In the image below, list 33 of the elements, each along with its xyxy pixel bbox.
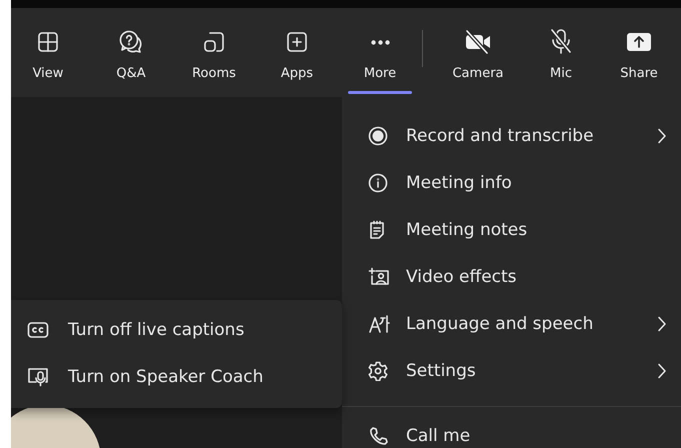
toolbar-button[interactable]: Q&A bbox=[94, 8, 168, 97]
rooms-icon bbox=[203, 31, 225, 53]
menu-item[interactable]: Turn off live captions bbox=[11, 306, 342, 353]
question-bubble-icon bbox=[118, 29, 144, 55]
grid-icon bbox=[37, 31, 59, 53]
menu-item[interactable]: Video effects bbox=[342, 253, 681, 300]
menu-item[interactable]: Settings bbox=[342, 347, 681, 394]
share-screen-icon bbox=[626, 31, 652, 53]
toolbar-button[interactable]: Apps bbox=[260, 8, 334, 97]
toolbar-button[interactable]: Rooms bbox=[177, 8, 251, 97]
ellipsis-icon bbox=[370, 40, 390, 44]
presenter-microphone-icon bbox=[27, 366, 49, 386]
toolbar-button[interactable]: Camera bbox=[441, 8, 515, 97]
record-icon bbox=[368, 126, 388, 146]
closed-captions-icon bbox=[27, 320, 49, 338]
menu-item[interactable]: Call me bbox=[342, 412, 681, 448]
menu-item[interactable]: Meeting info bbox=[342, 159, 681, 206]
plus-square-icon bbox=[286, 31, 308, 53]
menu-item[interactable]: Turn on Speaker Coach bbox=[11, 353, 342, 400]
menu-item[interactable]: Meeting notes bbox=[342, 206, 681, 253]
toolbar-button[interactable]: More bbox=[343, 8, 417, 97]
info-icon bbox=[368, 172, 388, 192]
phone-icon bbox=[368, 426, 388, 446]
language-icon bbox=[368, 314, 390, 334]
toolbar-button[interactable]: View bbox=[11, 8, 85, 97]
menu-item[interactable]: Record and transcribe bbox=[342, 112, 681, 159]
person-sparkle-icon bbox=[368, 266, 390, 286]
selected-indicator bbox=[348, 91, 412, 94]
toolbar-button[interactable]: Mic bbox=[524, 8, 598, 97]
gear-icon bbox=[368, 360, 388, 380]
menu-item[interactable]: Language and speech bbox=[342, 300, 681, 347]
notes-icon bbox=[368, 220, 386, 240]
toolbar-button[interactable]: Share bbox=[607, 8, 671, 97]
